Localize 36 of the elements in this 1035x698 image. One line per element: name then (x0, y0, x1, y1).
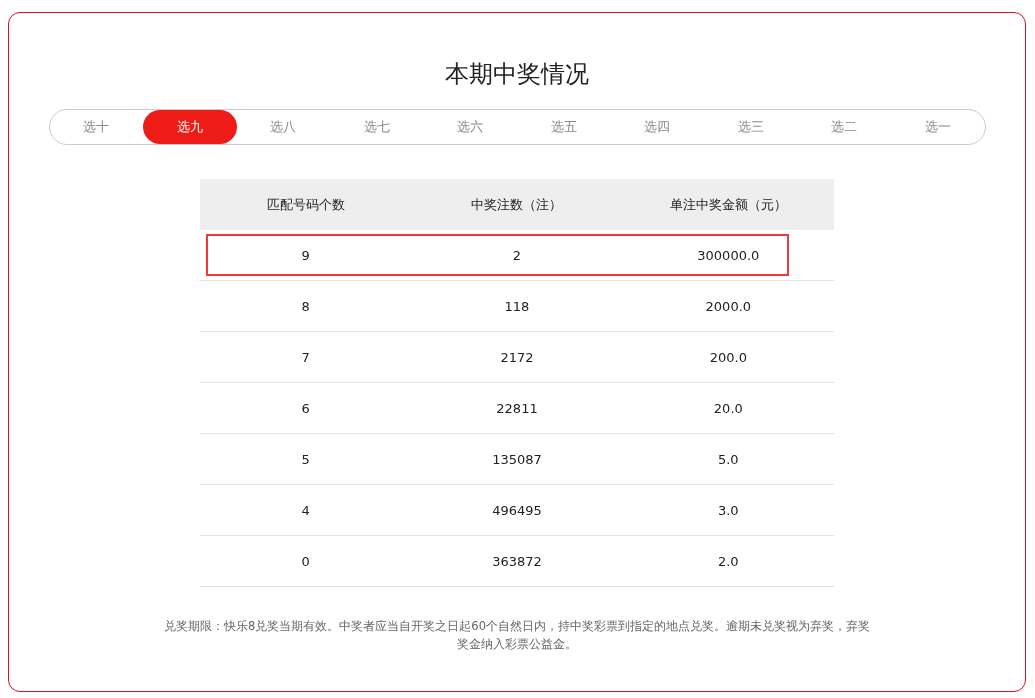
redemption-note: 兑奖期限：快乐8兑奖当期有效。中奖者应当自开奖之日起60个自然日内，持中奖彩票到指定的地点兑奖。逾期未兑奖视为弃奖，弃奖奖金纳入彩票公益金。 (163, 618, 871, 653)
table-cell-text: 2172 (499, 349, 535, 365)
table-cell-text: 496495 (491, 502, 543, 518)
table-cell-text: 3.0 (716, 502, 740, 518)
page-title: 本期中奖情况 (445, 59, 589, 89)
table-cell-text: 8 (300, 298, 311, 314)
table-cell-text: 2000.0 (704, 298, 753, 314)
table-cell-text: 20.0 (712, 400, 744, 416)
table-cell-text: 5 (300, 451, 311, 467)
table-cell-text: 0 (300, 553, 311, 569)
table-cell-text: 7 (300, 349, 311, 365)
table-cell-text: 2 (511, 247, 523, 263)
table-cell-text: 200.0 (708, 349, 748, 365)
tab[interactable]: 选八 (236, 110, 330, 144)
tab[interactable]: 选一 (891, 110, 985, 144)
table-cell-text: 2.0 (716, 553, 740, 569)
tab[interactable]: 选六 (423, 110, 517, 144)
table-cell-text: 5.0 (716, 451, 740, 467)
table-cell-text: 300000.0 (696, 247, 761, 263)
column-header: 匹配号码个数 (265, 195, 346, 214)
table-cell-text: 135087 (491, 451, 543, 467)
table-cell-text: 9 (300, 247, 311, 263)
tab[interactable]: 选四 (610, 110, 704, 144)
column-header: 中奖注数（注） (470, 195, 564, 214)
tab[interactable]: 选十 (49, 110, 143, 144)
tab[interactable]: 选三 (704, 110, 798, 144)
tab[interactable]: 选九 (143, 110, 237, 144)
tab[interactable]: 选七 (330, 110, 424, 144)
table-cell-text: 22811 (495, 400, 539, 416)
table-cell-text: 4 (300, 502, 311, 518)
column-header: 单注中奖金额（元） (668, 195, 788, 214)
table-cell-text: 363872 (491, 553, 543, 569)
table-cell-text: 6 (300, 400, 311, 416)
tab[interactable]: 选二 (797, 110, 891, 144)
table-cell-text: 118 (503, 298, 531, 314)
tab[interactable]: 选五 (517, 110, 611, 144)
